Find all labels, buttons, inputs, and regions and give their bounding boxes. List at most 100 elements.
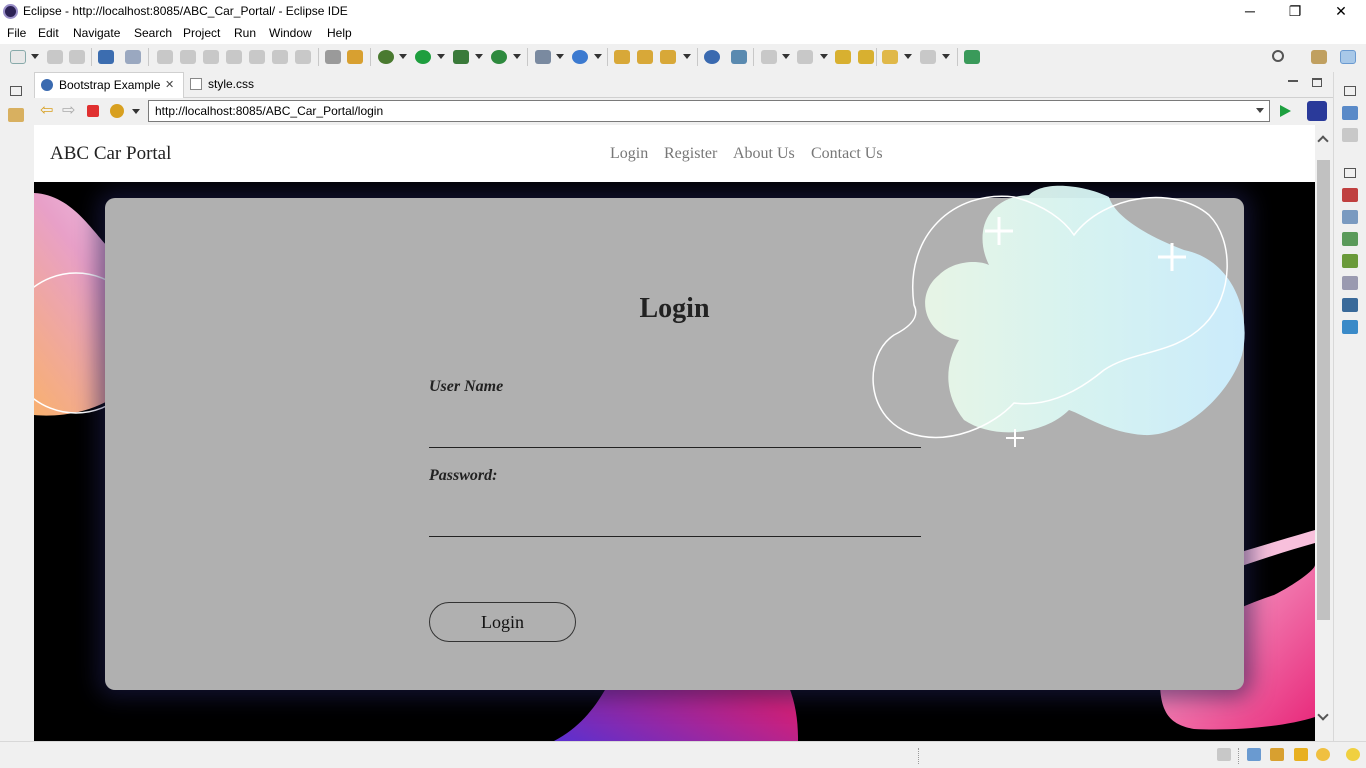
last-edit-icon[interactable] (835, 50, 851, 64)
snippets-icon[interactable] (1342, 276, 1358, 290)
tab-bootstrap-example[interactable]: Bootstrap Example ✕ (34, 72, 184, 98)
forward-icon[interactable] (920, 50, 936, 64)
task-list-icon[interactable] (1342, 128, 1358, 142)
forward-arrow-icon[interactable]: ⇨ (62, 103, 75, 119)
refresh-icon[interactable] (110, 104, 124, 118)
open-external-browser-icon[interactable] (1307, 101, 1327, 121)
new-class-icon[interactable] (572, 50, 588, 64)
menu-navigate[interactable]: Navigate (73, 26, 120, 40)
close-button[interactable]: ✕ (1318, 0, 1364, 22)
menu-project[interactable]: Project (183, 26, 220, 40)
login-button[interactable]: Login (429, 602, 576, 642)
nav-about-us[interactable]: About Us (733, 145, 795, 163)
minimize-button[interactable]: ─ (1227, 0, 1273, 22)
back-arrow-icon[interactable]: ⇦ (40, 103, 53, 119)
graduation-cap-icon[interactable] (1270, 748, 1284, 761)
chevron-down-icon[interactable] (475, 54, 483, 59)
resume-icon[interactable] (157, 50, 173, 64)
forward-edit-icon[interactable] (858, 50, 874, 64)
servers-icon[interactable] (1342, 232, 1358, 246)
menu-window[interactable]: Window (269, 26, 312, 40)
chevron-down-icon[interactable] (513, 54, 521, 59)
search-icon[interactable] (1272, 50, 1284, 62)
open-type-icon[interactable] (614, 50, 630, 64)
run-icon[interactable] (415, 50, 431, 64)
build-icon[interactable] (347, 50, 363, 64)
new-icon[interactable] (10, 50, 26, 64)
skip-breakpoints-icon[interactable] (125, 50, 141, 64)
disconnect-icon[interactable] (226, 50, 242, 64)
perspective-icon[interactable] (1311, 50, 1327, 64)
pin-editor-icon[interactable] (731, 50, 747, 64)
step-into-icon[interactable] (249, 50, 265, 64)
back-icon[interactable] (882, 50, 898, 64)
scrollbar-thumb[interactable] (1317, 160, 1330, 620)
chevron-down-icon[interactable] (437, 54, 445, 59)
chevron-down-icon[interactable] (904, 54, 912, 59)
new-server-icon[interactable] (535, 50, 551, 64)
chevron-down-icon[interactable] (942, 54, 950, 59)
next-annotation-icon[interactable] (761, 50, 777, 64)
terminal-icon[interactable] (98, 50, 114, 64)
search-tool-icon[interactable] (660, 50, 676, 64)
go-icon[interactable] (1280, 105, 1291, 117)
menu-file[interactable]: File (7, 26, 26, 40)
browser-scrollbar[interactable] (1315, 125, 1333, 741)
chevron-down-icon[interactable] (820, 54, 828, 59)
suspend-icon[interactable] (180, 50, 196, 64)
chevron-down-icon[interactable] (399, 54, 407, 59)
password-input[interactable] (429, 501, 921, 537)
restore-button[interactable]: ❐ (1272, 0, 1318, 22)
step-over-icon[interactable] (272, 50, 288, 64)
stop-icon[interactable] (87, 105, 99, 117)
site-brand[interactable]: ABC Car Portal (50, 143, 171, 165)
previous-annotation-icon[interactable] (797, 50, 813, 64)
nav-register[interactable]: Register (664, 145, 717, 163)
tips-icon[interactable] (1316, 748, 1330, 761)
chevron-down-icon[interactable] (132, 109, 140, 114)
tab-style-css[interactable]: style.css (184, 72, 274, 98)
console-icon[interactable] (1342, 298, 1358, 312)
properties-icon[interactable] (1342, 210, 1358, 224)
menu-edit[interactable]: Edit (38, 26, 59, 40)
chevron-down-icon[interactable] (782, 54, 790, 59)
minimize-view-icon[interactable] (1288, 80, 1298, 82)
menu-search[interactable]: Search (134, 26, 172, 40)
save-all-icon[interactable] (69, 50, 85, 64)
url-input[interactable] (148, 100, 1270, 122)
open-perspective-icon[interactable] (964, 50, 980, 64)
coverage-icon[interactable] (453, 50, 469, 64)
scroll-down-icon[interactable] (1317, 709, 1329, 721)
chevron-down-icon[interactable] (31, 54, 39, 59)
restore-view-icon[interactable] (1344, 168, 1356, 178)
close-tab-icon[interactable]: ✕ (165, 78, 174, 91)
chevron-down-icon[interactable] (594, 54, 602, 59)
chevron-down-icon[interactable] (683, 54, 691, 59)
progress-icon[interactable] (1342, 320, 1358, 334)
nav-contact-us[interactable]: Contact Us (811, 145, 883, 163)
open-task-icon[interactable] (637, 50, 653, 64)
save-icon[interactable] (47, 50, 63, 64)
restore-view-icon[interactable] (1344, 86, 1356, 96)
project-explorer-icon[interactable] (8, 108, 24, 122)
outline-icon[interactable] (1342, 106, 1358, 120)
use-step-filters-icon[interactable] (325, 50, 341, 64)
external-tools-icon[interactable] (491, 50, 507, 64)
maximize-view-icon[interactable] (1312, 78, 1322, 87)
username-input[interactable] (429, 412, 921, 448)
step-return-icon[interactable] (295, 50, 311, 64)
nav-login[interactable]: Login (610, 145, 648, 163)
menu-help[interactable]: Help (327, 26, 352, 40)
chevron-down-icon[interactable] (556, 54, 564, 59)
pencil-icon[interactable] (1294, 748, 1308, 761)
scroll-up-icon[interactable] (1317, 135, 1329, 147)
markers-icon[interactable] (1342, 188, 1358, 202)
debug-icon[interactable] (378, 50, 394, 64)
lightbulb-icon[interactable] (1346, 748, 1360, 761)
restore-view-icon[interactable] (10, 86, 22, 96)
url-history-dropdown-icon[interactable] (1256, 108, 1264, 113)
terminate-icon[interactable] (203, 50, 219, 64)
data-source-icon[interactable] (1342, 254, 1358, 268)
globe-icon[interactable] (704, 50, 720, 64)
jee-perspective-icon[interactable] (1340, 50, 1356, 64)
